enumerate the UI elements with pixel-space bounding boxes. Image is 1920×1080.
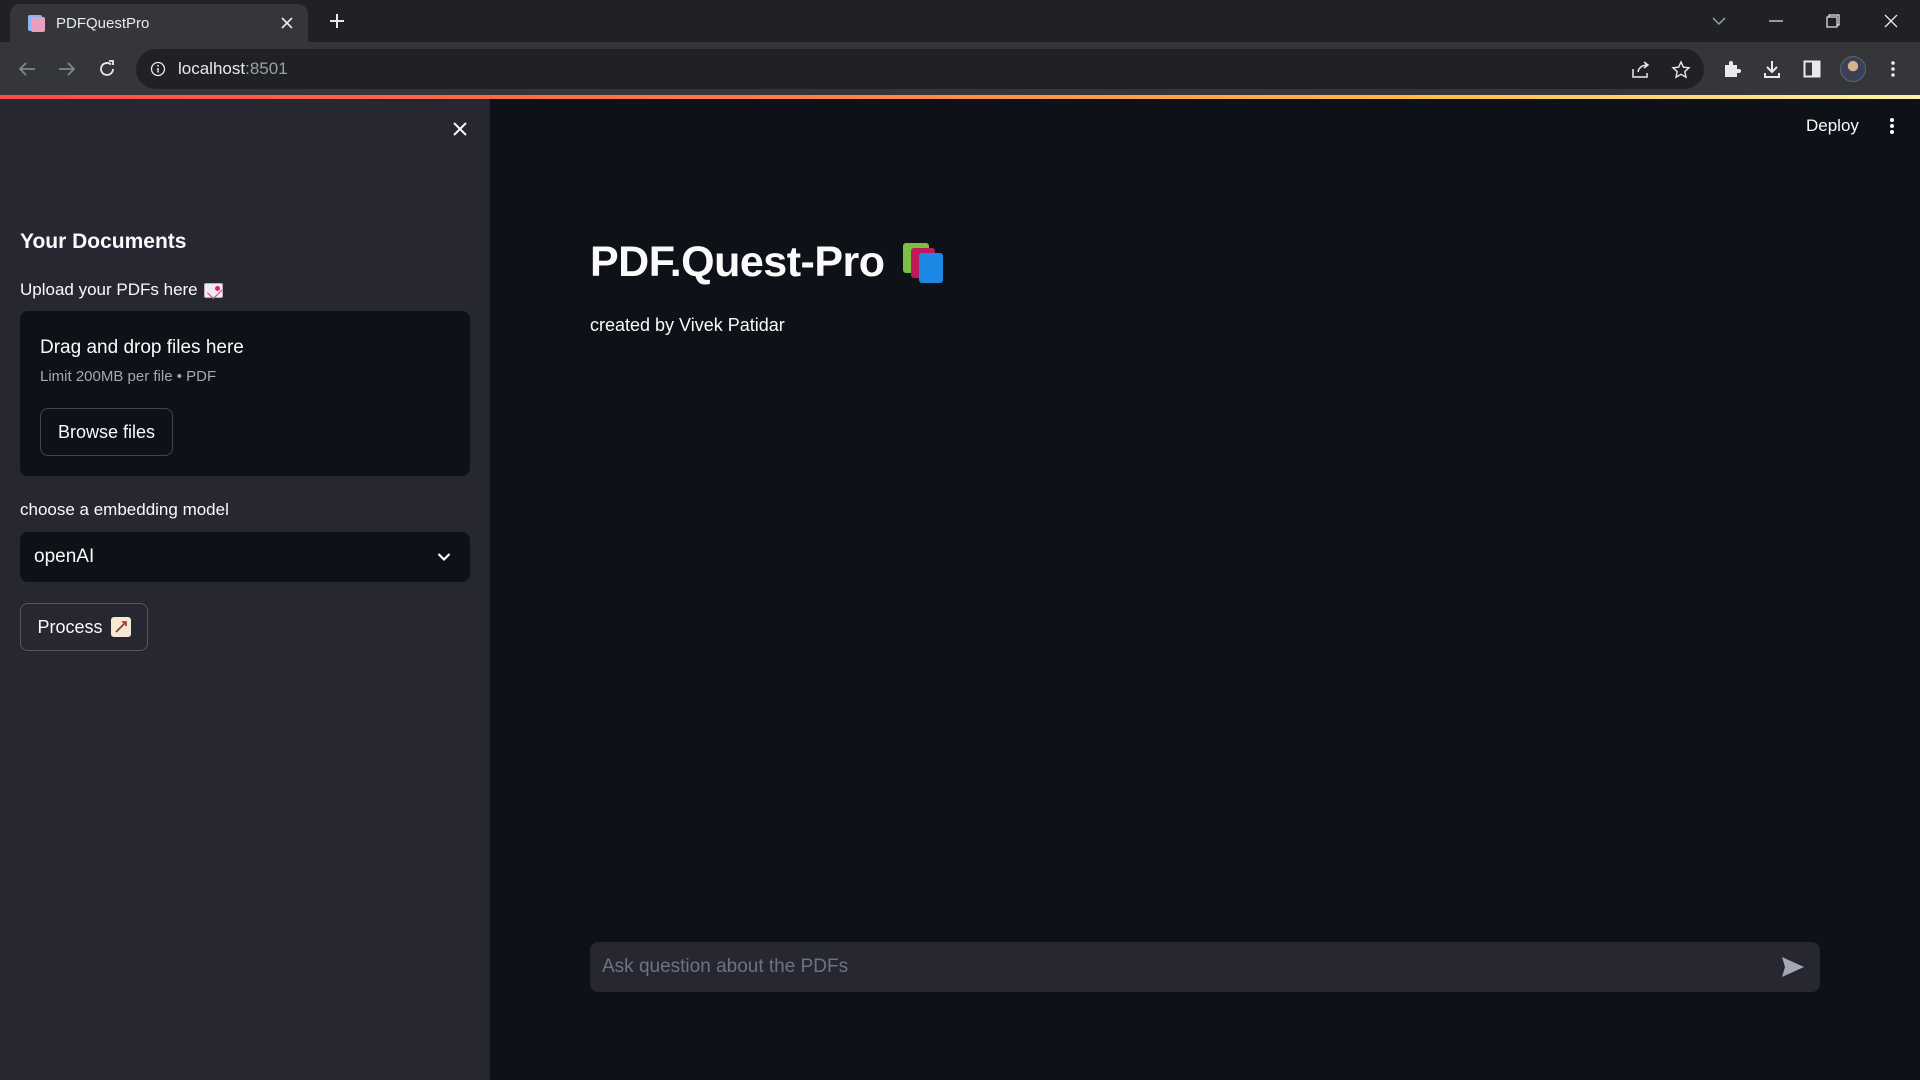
browser-kebab-menu-icon[interactable] [1880, 56, 1906, 82]
chevron-down-icon [434, 547, 454, 567]
deploy-button[interactable]: Deploy [1806, 116, 1859, 136]
file-dropzone[interactable]: Drag and drop files here Limit 200MB per… [20, 311, 470, 476]
upload-label: Upload your PDFs here [20, 280, 223, 300]
chat-input[interactable]: Ask question about the PDFs [590, 942, 1820, 992]
site-info-icon[interactable] [148, 59, 168, 79]
profile-avatar[interactable] [1840, 56, 1866, 82]
page-title-text: PDF.Quest-Pro [590, 238, 885, 286]
process-button-label: Process [37, 616, 103, 637]
restore-icon[interactable] [1818, 6, 1848, 36]
sidebar-heading: Your Documents [20, 230, 187, 253]
upload-label-text: Upload your PDFs here [20, 280, 198, 299]
page-subtitle: created by Vivek Patidar [590, 315, 785, 335]
reload-icon[interactable] [92, 54, 122, 84]
browser-toolbar: localhost:8501 [0, 42, 1920, 96]
browser-tab[interactable]: PDFQuestPro [10, 4, 308, 42]
page-title: PDF.Quest-Pro [590, 238, 949, 287]
puzzle-extensions-icon[interactable] [1719, 56, 1745, 82]
back-arrow-icon[interactable] [12, 54, 42, 84]
url-text: localhost:8501 [178, 59, 288, 79]
url-port: :8501 [245, 59, 288, 78]
tab-search-chevron-down-icon[interactable] [1704, 6, 1734, 36]
books-icon [901, 241, 949, 285]
tab-close-icon[interactable] [278, 14, 296, 32]
direct-hit-arrow-icon [110, 617, 131, 637]
new-tab-plus-icon[interactable] [325, 9, 349, 33]
sidebar: Your Documents Upload your PDFs here Dra… [0, 99, 490, 1080]
tab-title: PDFQuestPro [56, 14, 150, 32]
send-icon[interactable] [1780, 955, 1806, 979]
chat-input-placeholder: Ask question about the PDFs [602, 956, 849, 977]
sidepanel-icon[interactable] [1799, 56, 1825, 82]
forward-arrow-icon[interactable] [52, 54, 82, 84]
embedding-model-label: choose a embedding model [20, 500, 229, 519]
share-icon[interactable] [1630, 59, 1652, 81]
embedding-model-select[interactable]: openAI [20, 532, 470, 582]
minimize-icon[interactable] [1761, 6, 1791, 36]
download-icon[interactable] [1759, 56, 1785, 82]
browser-tab-strip: PDFQuestPro [0, 0, 1920, 42]
envelope-icon [203, 282, 223, 298]
browse-files-button[interactable]: Browse files [40, 408, 173, 456]
embedding-model-value: openAI [34, 546, 95, 567]
star-icon[interactable] [1670, 59, 1692, 81]
dropzone-title: Drag and drop files here [40, 337, 244, 358]
process-button[interactable]: Process [20, 603, 148, 651]
address-bar[interactable]: localhost:8501 [136, 49, 1704, 89]
document-favicon-icon [26, 13, 46, 33]
close-window-icon[interactable] [1876, 6, 1906, 36]
app-kebab-menu-icon[interactable] [1882, 114, 1902, 138]
url-host: localhost [178, 59, 246, 78]
sidebar-close-icon[interactable] [448, 117, 472, 141]
dropzone-limit: Limit 200MB per file • PDF [40, 368, 217, 385]
